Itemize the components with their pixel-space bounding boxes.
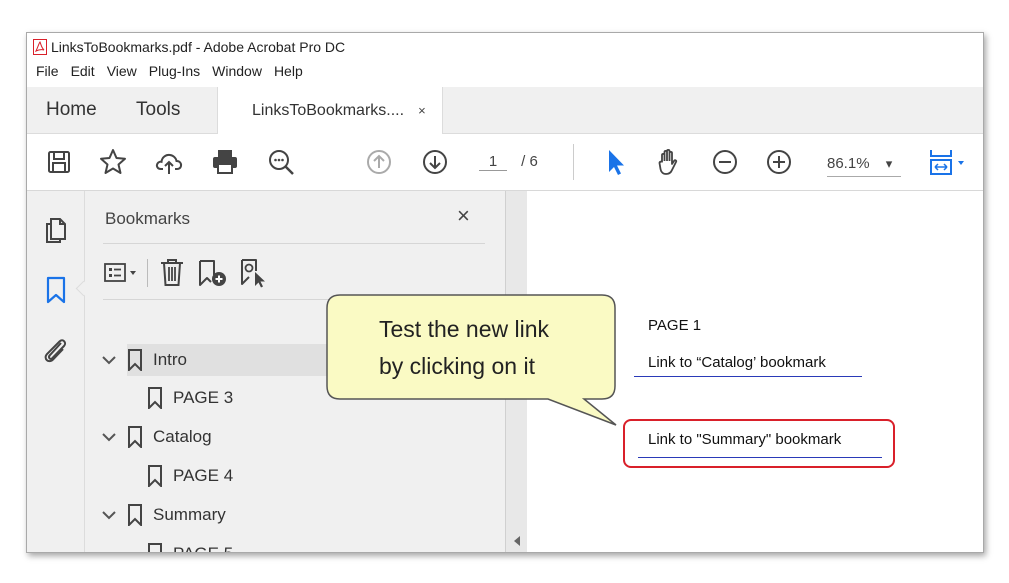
bookmark-label: PAGE 4 bbox=[173, 466, 234, 485]
panel-divider bbox=[103, 243, 485, 244]
menu-view[interactable]: View bbox=[107, 63, 137, 83]
bookmark-item-page-3[interactable]: PAGE 3 bbox=[147, 382, 233, 414]
callout-line-1: Test the new link bbox=[379, 316, 550, 342]
tab-tools[interactable]: Tools bbox=[136, 87, 180, 133]
navigation-rail bbox=[27, 191, 92, 552]
delete-bookmark-icon[interactable] bbox=[156, 257, 190, 289]
page-number-input[interactable]: 1 bbox=[479, 153, 507, 171]
title-bar: LinksToBookmarks.pdf - Adobe Acrobat Pro… bbox=[27, 33, 983, 61]
bookmark-icon bbox=[128, 426, 142, 448]
tab-home[interactable]: Home bbox=[46, 87, 97, 133]
chevron-down-icon bbox=[102, 356, 116, 365]
tools-separator bbox=[147, 259, 148, 287]
bookmark-expand-toggle[interactable] bbox=[101, 499, 127, 531]
highlight-box bbox=[623, 419, 895, 468]
menu-help[interactable]: Help bbox=[274, 63, 303, 83]
bookmark-options-icon[interactable] bbox=[103, 259, 143, 287]
select-tool-icon[interactable] bbox=[599, 146, 631, 178]
star-icon[interactable] bbox=[97, 146, 129, 178]
zoom-select[interactable]: 86.1% ▾ bbox=[827, 155, 901, 177]
bookmark-icon bbox=[148, 387, 162, 409]
bookmark-icon bbox=[128, 349, 142, 371]
bookmark-item-page-5[interactable]: PAGE 5 bbox=[147, 538, 233, 552]
page-indicator: 1 / 6 bbox=[479, 153, 538, 171]
menu-edit[interactable]: Edit bbox=[71, 63, 95, 83]
chevron-down-icon bbox=[102, 433, 116, 442]
acrobat-window: LinksToBookmarks.pdf - Adobe Acrobat Pro… bbox=[26, 32, 984, 553]
menu-window[interactable]: Window bbox=[212, 63, 262, 83]
page-total: / 6 bbox=[521, 153, 538, 170]
hand-tool-icon[interactable] bbox=[653, 146, 685, 178]
bookmark-expand-toggle[interactable] bbox=[101, 344, 127, 376]
pdf-app-icon bbox=[33, 39, 47, 55]
find-icon[interactable] bbox=[265, 146, 297, 178]
new-bookmark-icon[interactable] bbox=[196, 257, 236, 289]
collapse-panel-icon[interactable] bbox=[512, 535, 522, 547]
zoom-out-icon[interactable] bbox=[709, 146, 741, 178]
menu-bar: File Edit View Plug-Ins Window Help bbox=[27, 63, 306, 83]
tab-bar: Home Tools LinksToBookmarks.... × bbox=[27, 87, 983, 134]
toolbar-separator bbox=[573, 144, 574, 180]
window-title: LinksToBookmarks.pdf - Adobe Acrobat Pro… bbox=[51, 39, 346, 55]
attachment-icon[interactable] bbox=[41, 335, 69, 365]
zoom-value: 86.1% bbox=[827, 155, 870, 172]
bookmark-panel-icon[interactable] bbox=[45, 275, 67, 305]
cloud-upload-icon[interactable] bbox=[153, 146, 185, 178]
bookmark-label: Intro bbox=[153, 350, 188, 369]
bookmark-label: PAGE 5 bbox=[173, 544, 233, 552]
bookmark-icon bbox=[148, 465, 162, 487]
menu-plugins[interactable]: Plug-Ins bbox=[149, 63, 200, 83]
callout-line-2: by clicking on it bbox=[379, 353, 535, 379]
page-thumbnails-icon[interactable] bbox=[43, 215, 69, 245]
link-catalog[interactable]: Link to “Catalog’ bookmark bbox=[648, 354, 826, 371]
next-page-icon[interactable] bbox=[419, 146, 451, 178]
bookmark-icon bbox=[148, 543, 162, 552]
bookmark-icon bbox=[128, 504, 142, 526]
bookmark-item-page-4[interactable]: PAGE 4 bbox=[147, 460, 233, 492]
previous-page-icon[interactable] bbox=[363, 146, 395, 178]
bookmark-item-catalog[interactable]: Catalog bbox=[127, 421, 212, 453]
chevron-down-icon: ▾ bbox=[885, 156, 893, 171]
menu-file[interactable]: File bbox=[36, 63, 59, 83]
expand-bookmark-icon[interactable] bbox=[238, 257, 274, 289]
bookmark-label: PAGE 3 bbox=[173, 388, 234, 407]
bookmark-label: Summary bbox=[153, 505, 226, 524]
bookmarks-panel-title: Bookmarks bbox=[105, 209, 191, 228]
chevron-down-icon bbox=[102, 511, 116, 520]
close-icon[interactable]: × bbox=[457, 203, 470, 229]
tab-document[interactable]: LinksToBookmarks.... × bbox=[217, 87, 443, 134]
callout-text: Test the new link by clicking on it bbox=[379, 311, 549, 385]
page-heading: PAGE 1 bbox=[648, 317, 702, 334]
save-icon[interactable] bbox=[43, 146, 75, 178]
tab-document-label: LinksToBookmarks.... bbox=[252, 101, 405, 119]
bookmark-tools bbox=[103, 257, 274, 289]
bookmark-item-summary[interactable]: Summary bbox=[127, 499, 226, 531]
bookmark-expand-toggle[interactable] bbox=[101, 421, 127, 453]
link-underline bbox=[634, 376, 862, 377]
print-icon[interactable] bbox=[209, 146, 241, 178]
fit-page-icon[interactable] bbox=[925, 146, 973, 178]
bookmark-label: Catalog bbox=[153, 427, 212, 446]
zoom-in-icon[interactable] bbox=[763, 146, 795, 178]
tab-close-icon[interactable]: × bbox=[418, 103, 426, 118]
